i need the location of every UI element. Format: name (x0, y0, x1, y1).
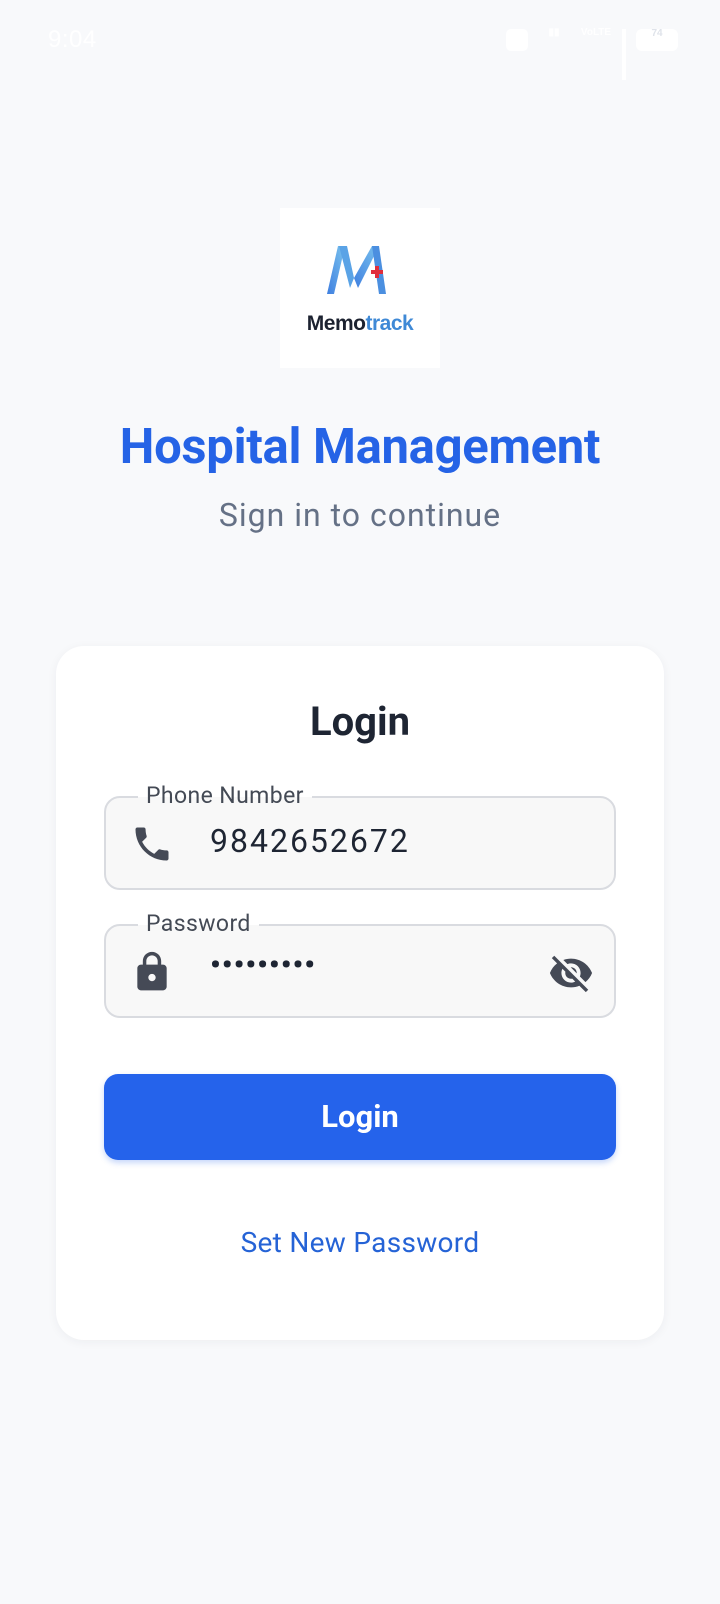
set-new-password-link[interactable]: Set New Password (56, 1226, 664, 1259)
phone-icon (135, 827, 169, 861)
page-title: Hospital Management (119, 418, 601, 475)
page-subtitle: Sign in to continue (218, 496, 502, 534)
login-card: Login Phone Number 9842652672 Password •… (56, 646, 664, 1340)
password-field[interactable]: Password ••••••••• (104, 910, 616, 1018)
memotrack-m-cross-icon (327, 246, 386, 294)
phone-number-field[interactable]: Phone Number 9842652672 (104, 782, 616, 890)
visibility-off-icon[interactable] (548, 950, 594, 996)
notification-icon (506, 29, 528, 51)
network-speed-icon: ▮▮ (548, 27, 560, 38)
logo-wordmark: Memotrack (306, 312, 414, 335)
signal-icon (622, 29, 626, 80)
password-value: ••••••••• (210, 948, 317, 983)
status-bar: 9:04 ▮▮ VoLTE 74 (0, 0, 720, 82)
status-time: 9:04 (48, 26, 97, 53)
login-button[interactable]: Login (104, 1074, 616, 1160)
phone-number-label: Phone Number (138, 782, 312, 809)
volte-icon: VoLTE (580, 27, 612, 38)
status-icons: ▮▮ VoLTE 74 (506, 27, 678, 80)
phone-number-value: 9842652672 (210, 822, 410, 860)
battery-icon: 74 (636, 29, 678, 51)
login-card-title: Login (309, 698, 411, 745)
app-logo: Memotrack (280, 208, 440, 368)
password-label: Password (138, 910, 259, 937)
lock-icon (137, 951, 167, 991)
